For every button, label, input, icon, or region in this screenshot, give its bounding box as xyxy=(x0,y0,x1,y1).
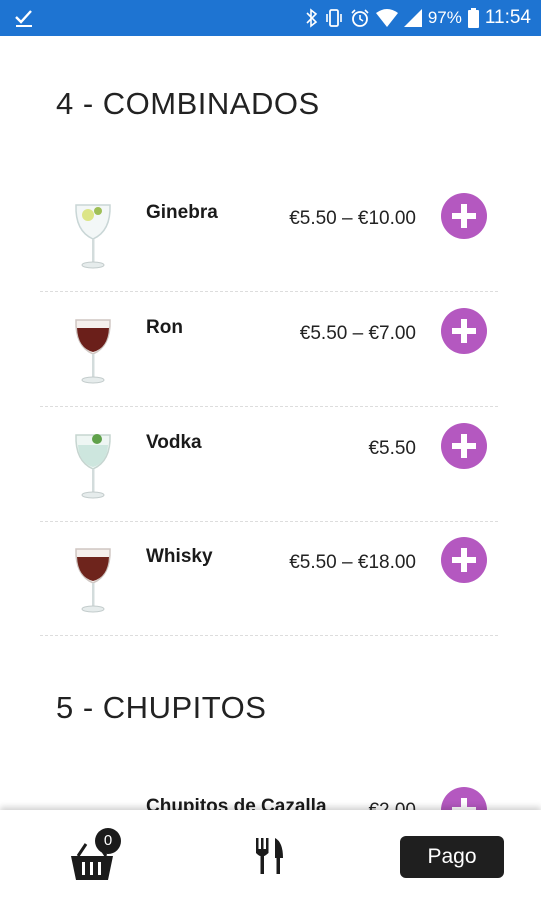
item-price: €5.50 – €7.00 xyxy=(299,323,416,344)
list-item: Chupitos de Cazalla €2.00 xyxy=(40,770,498,810)
cart-count-badge: 0 xyxy=(95,828,121,854)
item-name: Ron xyxy=(146,317,183,338)
item-price: €5.50 xyxy=(368,438,416,459)
add-to-cart-button[interactable] xyxy=(441,787,487,810)
cutlery-icon[interactable] xyxy=(253,836,287,876)
battery-percentage: 97% xyxy=(427,8,462,27)
gin-tonic-glass-image xyxy=(75,204,111,269)
add-to-cart-button[interactable] xyxy=(441,308,487,354)
status-bar: 97% 11:54 xyxy=(0,0,541,36)
list-item: Vodka €5.50 xyxy=(40,406,498,522)
list-item: Ginebra €5.50 – €10.00 xyxy=(40,176,498,292)
whisky-glass-image xyxy=(75,548,111,613)
wifi-icon xyxy=(375,9,398,27)
item-name: Ginebra xyxy=(146,202,218,223)
list-item: Whisky €5.50 – €18.00 xyxy=(40,520,498,636)
plus-icon xyxy=(452,798,476,810)
battery-icon xyxy=(467,8,479,28)
clock: 11:54 xyxy=(484,7,531,28)
check-icon xyxy=(15,10,32,27)
item-price: €5.50 – €10.00 xyxy=(289,208,416,229)
section-title-chupitos: 5 - CHUPITOS xyxy=(56,690,267,725)
plus-icon xyxy=(452,319,476,343)
signal-icon xyxy=(403,9,422,27)
vibrate-icon xyxy=(326,9,342,27)
plus-icon xyxy=(452,204,476,228)
alarm-icon xyxy=(351,9,369,27)
item-name: Chupitos de Cazalla xyxy=(146,796,327,810)
add-to-cart-button[interactable] xyxy=(441,423,487,469)
vodka-glass-image xyxy=(75,434,111,499)
pay-button[interactable]: Pago xyxy=(400,836,504,878)
section-title-combinados: 4 - COMBINADOS xyxy=(56,86,320,121)
item-price: €5.50 – €18.00 xyxy=(289,552,416,573)
item-price: €2.00 xyxy=(368,800,416,810)
add-to-cart-button[interactable] xyxy=(441,193,487,239)
item-name: Whisky xyxy=(146,546,213,567)
item-name: Vodka xyxy=(146,432,202,453)
bottom-bar: 0 Pago xyxy=(0,810,541,900)
bluetooth-icon xyxy=(306,8,318,28)
add-to-cart-button[interactable] xyxy=(441,537,487,583)
rum-glass-image xyxy=(75,319,111,384)
plus-icon xyxy=(452,434,476,458)
plus-icon xyxy=(452,548,476,572)
list-item: Ron €5.50 – €7.00 xyxy=(40,291,498,407)
menu-list[interactable]: 4 - COMBINADOS Ginebra €5.50 – €10.00 Ro… xyxy=(0,36,541,810)
